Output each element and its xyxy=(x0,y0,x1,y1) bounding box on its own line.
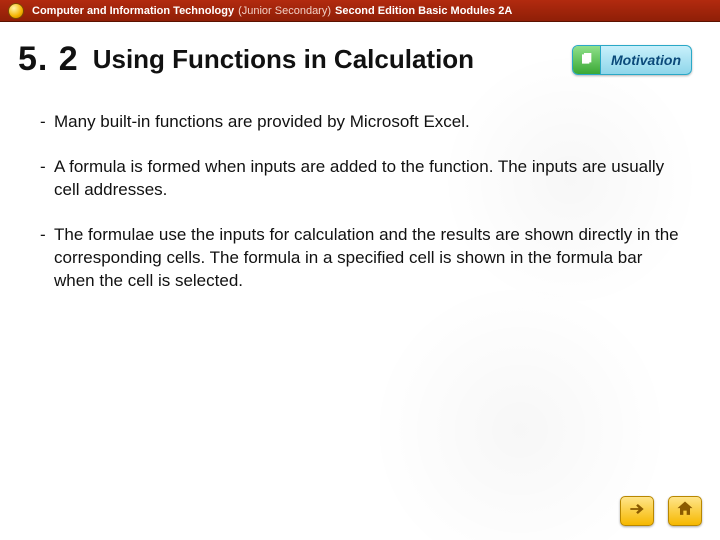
background-wash xyxy=(0,0,720,540)
header-ornament-icon xyxy=(8,3,24,19)
header-bar: Computer and Information Technology (Jun… xyxy=(0,0,720,22)
next-button[interactable] xyxy=(620,496,654,526)
arrow-right-icon xyxy=(627,499,647,524)
home-button[interactable] xyxy=(668,496,702,526)
footer-icons xyxy=(620,496,702,526)
home-icon xyxy=(675,499,695,524)
book-title-main: Computer and Information Technology xyxy=(32,5,234,17)
slide: Computer and Information Technology (Jun… xyxy=(0,0,720,540)
book-title-tail: Second Edition Basic Modules 2A xyxy=(335,5,512,17)
book-title-sub: (Junior Secondary) xyxy=(238,5,331,17)
